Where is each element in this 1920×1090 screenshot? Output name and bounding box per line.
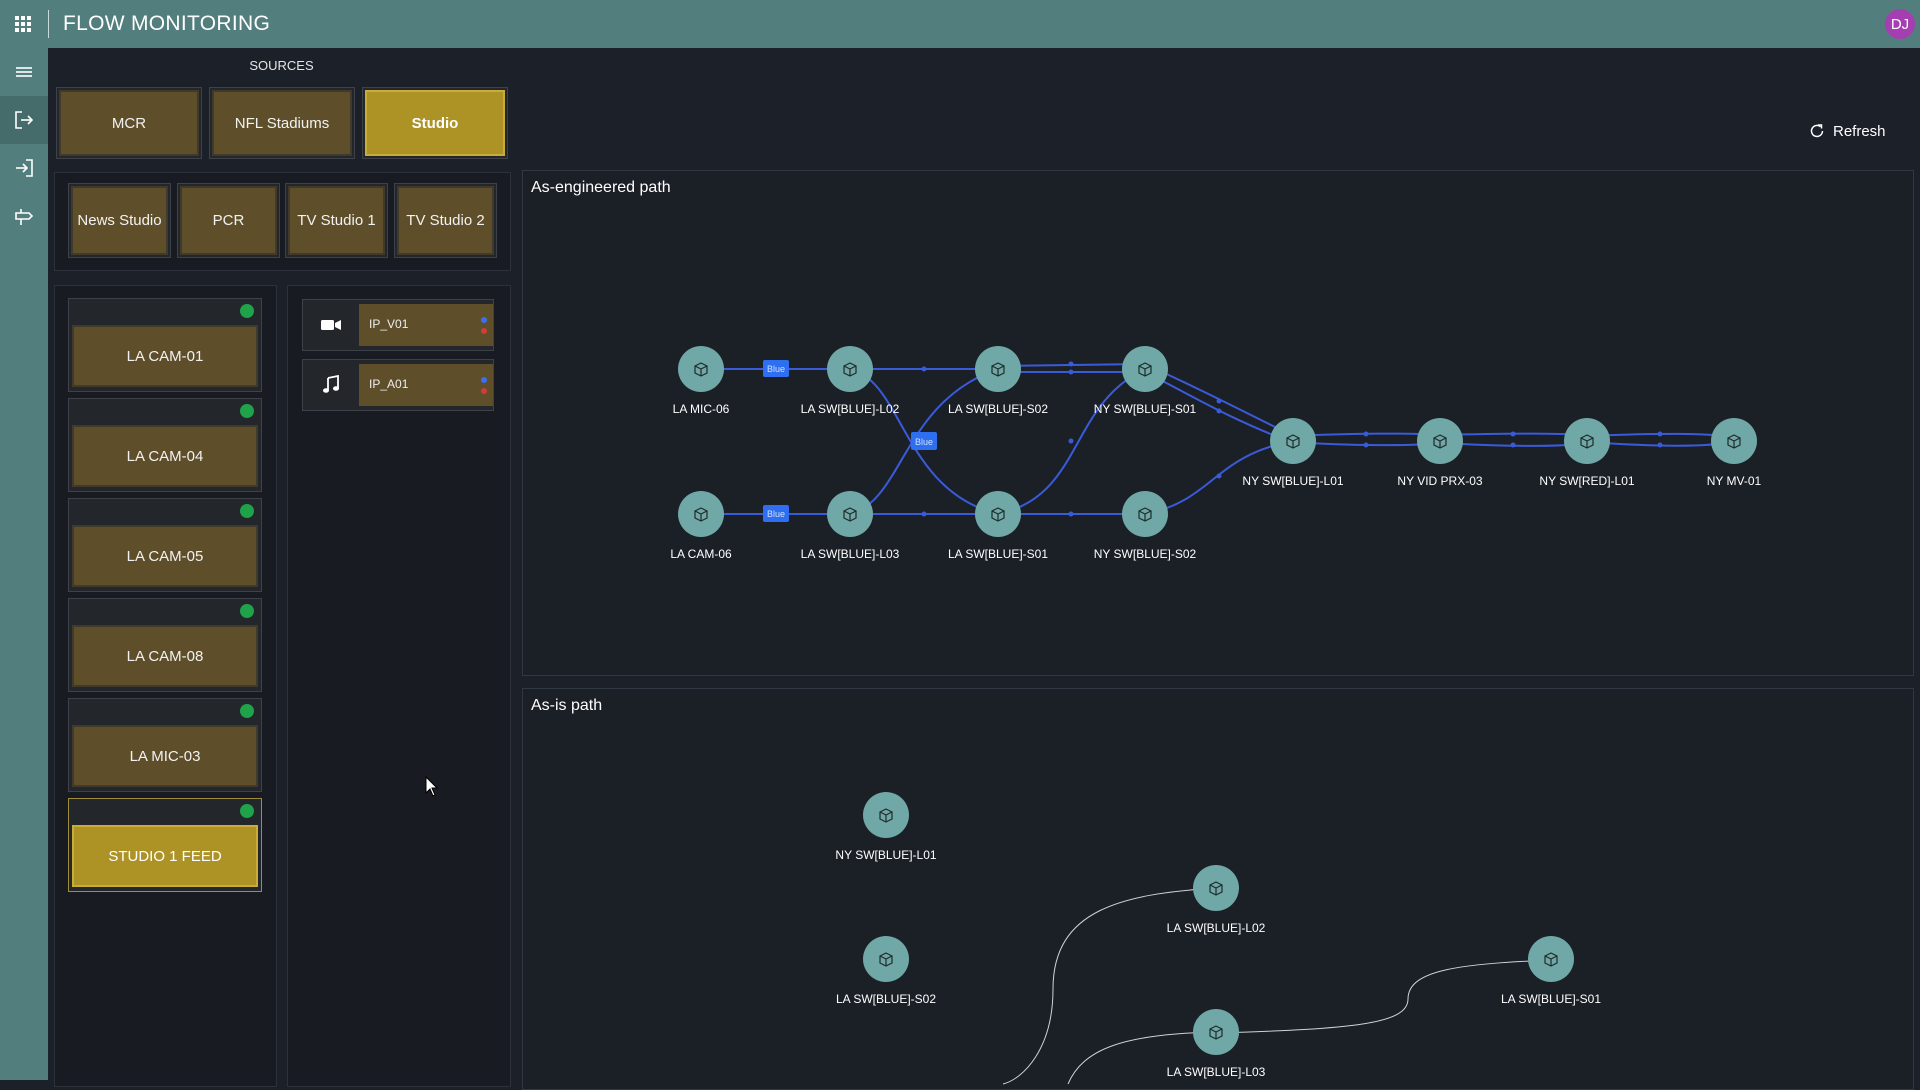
menu-button[interactable] [0,48,48,96]
graph-node-eng-11[interactable]: NY MV-01 [1707,418,1762,488]
category-mcr[interactable]: MCR [59,90,199,156]
node-label: NY VID PRX-03 [1397,474,1482,488]
app-title: FLOW MONITORING [63,12,271,35]
destinations-nav-button[interactable] [0,144,48,192]
blue-label-badge: Blue [763,505,789,522]
graph-node-eng-6[interactable]: LA SW[BLUE]-S01 [948,491,1048,561]
asis-path-panel: As-is path NY SW[BLUE]-L01 LA SW[BLUE]-L0… [522,688,1914,1090]
node-label: NY SW[BLUE]-L01 [835,848,936,862]
svg-text:Blue: Blue [767,509,785,519]
engineered-graph: Blue Blue Blue LA MIC-06 LA SW[BLUE]-L02 L… [670,346,1762,561]
node-label: LA SW[BLUE]-L03 [801,547,900,561]
subcategory-pcr[interactable]: PCR [180,186,277,255]
nav-rail [0,48,48,1080]
node-label: LA MIC-06 [673,402,730,416]
music-note-icon [303,360,359,410]
app-launcher-icon[interactable] [12,13,34,35]
logout-arrow-icon [15,111,34,129]
blue-label-badge: Blue [763,360,789,377]
graph-node-asis-2[interactable]: LA SW[BLUE]-S02 [836,936,936,1006]
refresh-button[interactable]: Refresh [1808,122,1886,140]
device-la-cam-08[interactable]: LA CAM-08 [72,625,258,687]
flow-red-dot [481,328,487,334]
status-online-dot [240,804,254,818]
node-label: NY SW[BLUE]-L01 [1242,474,1343,488]
status-online-dot [240,604,254,618]
refresh-label: Refresh [1833,122,1886,140]
flow-label: IP_A01 [369,377,409,391]
flow-tile[interactable]: IP_A01 [359,364,493,406]
device-studio-1-feed[interactable]: STUDIO 1 FEED [72,825,258,887]
flow-blue-dot [481,317,487,323]
subcategory-tv-studio-2[interactable]: TV Studio 2 [397,186,494,255]
graph-node-asis-3[interactable]: LA SW[BLUE]-S01 [1501,936,1601,1006]
subcategory-tv-studio-1[interactable]: TV Studio 1 [288,186,385,255]
topbar-divider [48,10,49,38]
top-bar: FLOW MONITORING DJ [0,0,1920,48]
node-label: NY SW[BLUE]-S01 [1094,402,1197,416]
device-la-cam-04[interactable]: LA CAM-04 [72,425,258,487]
blue-label-badge: Blue [911,432,937,450]
node-label: LA SW[BLUE]-S01 [948,547,1048,561]
node-label: NY SW[BLUE]-S02 [1094,547,1197,561]
user-avatar[interactable]: DJ [1885,9,1915,39]
flow-row-audio[interactable]: IP_A01 [302,359,494,411]
graph-node-eng-2[interactable]: LA SW[BLUE]-S02 [948,346,1048,416]
route-sign-icon [15,209,34,225]
status-online-dot [240,304,254,318]
node-label: LA SW[BLUE]-S02 [836,992,936,1006]
node-label: LA SW[BLUE]-L02 [801,402,900,416]
login-arrow-icon [16,159,33,177]
category-studio[interactable]: Studio [365,90,505,156]
status-online-dot [240,704,254,718]
svg-text:Blue: Blue [915,437,933,447]
graph-node-eng-1[interactable]: LA SW[BLUE]-L02 [801,346,900,416]
graph-node-eng-9[interactable]: NY VID PRX-03 [1397,418,1483,488]
flow-red-dot [481,388,487,394]
device-la-cam-01[interactable]: LA CAM-01 [72,325,258,387]
node-label: LA CAM-06 [670,547,732,561]
flow-blue-dot [481,377,487,383]
device-la-cam-05[interactable]: LA CAM-05 [72,525,258,587]
graph-node-asis-1[interactable]: LA SW[BLUE]-L02 [1167,865,1266,935]
flow-label: IP_V01 [369,317,409,331]
graph-node-eng-0[interactable]: LA MIC-06 [673,346,730,416]
status-online-dot [240,504,254,518]
node-label: LA SW[BLUE]-S01 [1501,992,1601,1006]
node-label: LA SW[BLUE]-L03 [1167,1065,1266,1079]
asis-graph: NY SW[BLUE]-L01 LA SW[BLUE]-L02 LA SW[BLUE… [835,792,1601,1085]
subcategory-news-studio[interactable]: News Studio [71,186,168,255]
device-la-mic-03[interactable]: LA MIC-03 [72,725,258,787]
node-label: LA SW[BLUE]-S02 [948,402,1048,416]
routing-nav-button[interactable] [0,192,48,240]
node-label: NY MV-01 [1707,474,1762,488]
sources-nav-button[interactable] [0,96,48,144]
flow-tile[interactable]: IP_V01 [359,304,493,346]
hamburger-menu-icon [16,67,32,77]
sources-heading: SOURCES [249,58,314,73]
graph-node-asis-0[interactable]: NY SW[BLUE]-L01 [835,792,937,862]
node-label: LA SW[BLUE]-L02 [1167,921,1266,935]
graph-node-eng-10[interactable]: NY SW[RED]-L01 [1539,418,1635,488]
mouse-cursor-icon [425,776,439,797]
graph-node-eng-5[interactable]: LA SW[BLUE]-L03 [801,491,900,561]
svg-text:Blue: Blue [767,364,785,374]
refresh-icon [1810,124,1824,138]
flow-row-video[interactable]: IP_V01 [302,299,494,351]
engineered-path-panel: As-engineered path Blue Blue Blue LA MIC… [522,170,1914,676]
category-nfl-stadiums[interactable]: NFL Stadiums [212,90,352,156]
status-online-dot [240,404,254,418]
node-label: NY SW[RED]-L01 [1539,474,1634,488]
graph-node-eng-4[interactable]: LA CAM-06 [670,491,732,561]
graph-node-asis-4[interactable]: LA SW[BLUE]-L03 [1167,1009,1266,1079]
video-camera-icon [303,300,359,350]
